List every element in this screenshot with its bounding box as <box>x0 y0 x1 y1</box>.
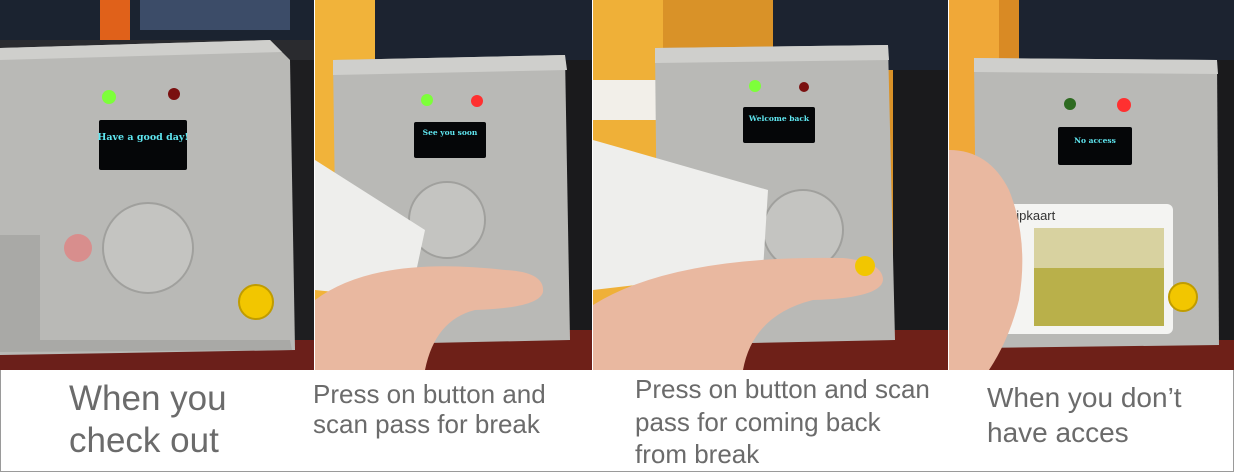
device-photo: See you soon <box>315 0 592 370</box>
oled-screen <box>743 107 815 143</box>
green-led <box>749 80 761 92</box>
caption-break: Press on button and scan pass for break <box>313 379 546 439</box>
photo-panel-no-access: No access hipkaart <box>949 0 1234 370</box>
red-led <box>799 82 809 92</box>
device-photo: No access hipkaart <box>949 0 1234 370</box>
device-photo: Welcome back <box>593 0 948 370</box>
green-led <box>1064 98 1076 110</box>
device-photo: Have a good day! <box>0 0 314 370</box>
green-led <box>421 94 433 106</box>
red-led <box>168 88 180 100</box>
green-led <box>102 90 116 104</box>
yellow-button <box>238 284 274 320</box>
photo-panel-return: Welcome back <box>593 0 948 370</box>
oled-text: Welcome back <box>748 114 810 123</box>
card-reader-circle <box>102 202 194 294</box>
caption-checkout: When you check out <box>69 379 227 460</box>
oled-screen <box>1058 127 1132 165</box>
red-led <box>1117 98 1131 112</box>
photo-panel-break: See you soon <box>315 0 592 370</box>
yellow-button <box>855 256 875 276</box>
oled-text: Have a good day! <box>97 132 188 143</box>
photo-strip: Have a good day! See you soon Welcome ba… <box>0 0 1234 370</box>
photo-panel-checkout: Have a good day! <box>0 0 314 370</box>
red-led <box>471 95 483 107</box>
oled-text: No access <box>1074 136 1116 145</box>
caption-row: When you check out Press on button and s… <box>0 370 1234 472</box>
yellow-button <box>1168 282 1198 312</box>
caption-no-access: When you don’t have acces <box>987 382 1182 448</box>
red-glow <box>64 234 92 262</box>
oled-screen <box>99 120 187 170</box>
caption-return: Press on button and scan pass for coming… <box>635 374 930 469</box>
oled-text: See you soon <box>423 128 478 137</box>
